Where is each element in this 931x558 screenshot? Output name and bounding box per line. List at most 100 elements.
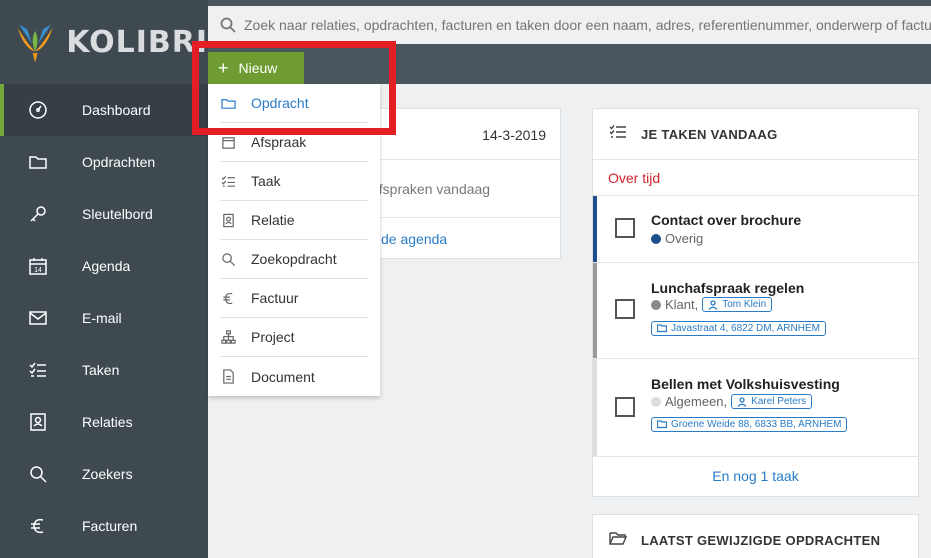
new-dropdown-menu: Opdracht Afspraak Taak Relatie Zoekopdra… bbox=[208, 84, 380, 396]
search-icon bbox=[220, 251, 236, 267]
checklist-icon bbox=[609, 123, 627, 146]
task-checkbox[interactable] bbox=[615, 397, 635, 417]
sidebar-item-label: Sleutelbord bbox=[82, 206, 153, 222]
sidebar-item-label: Agenda bbox=[82, 258, 131, 274]
recent-card-title: LAATST GEWIJZIGDE OPDRACHTEN bbox=[641, 532, 881, 548]
plus-icon: + bbox=[218, 58, 229, 78]
sidebar-item-sleutelbord[interactable]: Sleutelbord bbox=[0, 188, 208, 240]
tasks-card: JE TAKEN VANDAAG Over tijd Contact over … bbox=[592, 108, 919, 497]
task-item[interactable]: Contact over brochure Overig bbox=[593, 196, 918, 263]
sidebar-item-label: Relaties bbox=[82, 414, 133, 430]
menu-item-label: Zoekopdracht bbox=[251, 251, 337, 267]
sidebar-item-relaties[interactable]: Relaties bbox=[0, 396, 208, 448]
new-button-label: Nieuw bbox=[238, 60, 278, 76]
task-priority-bar bbox=[593, 263, 597, 358]
sidebar-item-label: Facturen bbox=[82, 518, 138, 534]
task-title: Bellen met Volkshuisvesting bbox=[651, 376, 840, 392]
menu-item-project[interactable]: Project bbox=[220, 318, 368, 357]
task-item[interactable]: Lunchafspraak regelen Klant, Tom Klein J… bbox=[593, 263, 918, 359]
agenda-date: 14-3-2019 bbox=[482, 127, 546, 143]
kolibri-logo-icon bbox=[17, 24, 53, 63]
folder-icon bbox=[27, 151, 49, 173]
sidebar: KOLIBRI Dashboard Opdrachten Sleutelbord… bbox=[0, 0, 208, 558]
sidebar-item-taken[interactable]: Taken bbox=[0, 344, 208, 396]
contact-icon bbox=[27, 411, 49, 433]
task-priority-bar bbox=[593, 196, 597, 262]
document-icon bbox=[220, 369, 236, 385]
address-text: Groene Weide 88, 6833 BB, ARNHEM bbox=[671, 418, 842, 430]
recent-assignments-card: LAATST GEWIJZIGDE OPDRACHTEN bbox=[592, 514, 919, 558]
overdue-label: Over tijd bbox=[593, 160, 918, 196]
logo[interactable]: KOLIBRI bbox=[0, 0, 208, 84]
sidebar-item-email[interactable]: E-mail bbox=[0, 292, 208, 344]
task-meta: Algemeen, Karel Peters bbox=[651, 394, 813, 409]
tasks-card-header: JE TAKEN VANDAAG bbox=[593, 109, 918, 160]
menu-item-factuur[interactable]: Factuur bbox=[220, 279, 368, 318]
person-tag[interactable]: Tom Klein bbox=[702, 297, 773, 312]
address-tag[interactable]: Javastraat 4, 6822 DM, ARNHEM bbox=[651, 320, 826, 336]
person-tag[interactable]: Karel Peters bbox=[731, 394, 813, 409]
org-chart-icon bbox=[220, 329, 236, 345]
menu-item-label: Document bbox=[251, 368, 315, 385]
task-checkbox[interactable] bbox=[615, 299, 635, 319]
sidebar-item-facturen[interactable]: Facturen bbox=[0, 500, 208, 552]
sidebar-item-dashboard[interactable]: Dashboard bbox=[0, 84, 208, 136]
menu-item-label: Opdracht bbox=[251, 95, 309, 111]
task-item[interactable]: Bellen met Volkshuisvesting Algemeen, Ka… bbox=[593, 359, 918, 457]
sidebar-item-label: E-mail bbox=[82, 310, 122, 326]
menu-item-opdracht[interactable]: Opdracht bbox=[220, 84, 368, 123]
task-category: Overig bbox=[665, 231, 704, 246]
category-dot bbox=[651, 233, 661, 244]
menu-item-zoekopdracht[interactable]: Zoekopdracht bbox=[220, 240, 368, 279]
address-tag[interactable]: Groene Weide 88, 6833 BB, ARNHEM bbox=[651, 416, 848, 432]
checklist-icon bbox=[220, 173, 236, 189]
open-agenda-link[interactable]: de agenda bbox=[381, 231, 447, 247]
menu-item-relatie[interactable]: Relatie bbox=[220, 201, 368, 240]
address-text: Javastraat 4, 6822 DM, ARNHEM bbox=[671, 322, 820, 334]
menu-item-afspraak[interactable]: Afspraak bbox=[220, 123, 368, 162]
main-nav: Dashboard Opdrachten Sleutelbord 14 Agen… bbox=[0, 84, 208, 552]
search-bar bbox=[208, 6, 931, 44]
more-tasks-link[interactable]: En nog 1 taak bbox=[593, 468, 918, 484]
app-name: KOLIBRI bbox=[66, 24, 208, 60]
agenda-empty-text: afspraken vandaag bbox=[371, 181, 491, 197]
category-dot bbox=[651, 299, 661, 310]
task-address-row: Javastraat 4, 6822 DM, ARNHEM bbox=[651, 320, 826, 338]
task-meta: Overig bbox=[651, 231, 703, 246]
folder-open-icon bbox=[609, 529, 628, 552]
sidebar-item-label: Dashboard bbox=[82, 102, 151, 118]
sidebar-item-zoekers[interactable]: Zoekers bbox=[0, 448, 208, 500]
sidebar-item-opdrachten[interactable]: Opdrachten bbox=[0, 136, 208, 188]
category-dot bbox=[651, 396, 661, 407]
task-category: Klant, bbox=[665, 297, 699, 312]
menu-item-label: Project bbox=[251, 329, 295, 345]
search-input[interactable] bbox=[244, 17, 931, 33]
new-button[interactable]: + Nieuw bbox=[208, 52, 304, 84]
sidebar-item-agenda[interactable]: 14 Agenda bbox=[0, 240, 208, 292]
menu-item-document[interactable]: Document bbox=[220, 357, 368, 396]
task-title: Contact over brochure bbox=[651, 212, 802, 228]
euro-icon bbox=[27, 515, 49, 537]
checklist-icon bbox=[27, 359, 49, 381]
tasks-card-title: JE TAKEN VANDAAG bbox=[641, 126, 778, 142]
search-icon bbox=[220, 17, 236, 33]
search-icon bbox=[27, 463, 49, 485]
euro-icon bbox=[220, 290, 236, 306]
person-name: Karel Peters bbox=[751, 396, 807, 407]
person-name: Tom Klein bbox=[722, 299, 767, 310]
folder-icon bbox=[657, 420, 667, 429]
menu-item-taak[interactable]: Taak bbox=[220, 162, 368, 201]
task-checkbox[interactable] bbox=[615, 218, 635, 238]
recent-card-header: LAATST GEWIJZIGDE OPDRACHTEN bbox=[593, 515, 918, 558]
menu-item-label: Factuur bbox=[251, 290, 299, 306]
folder-icon bbox=[220, 95, 236, 111]
task-category: Algemeen, bbox=[665, 394, 728, 409]
menu-item-label: Afspraak bbox=[251, 134, 307, 150]
folder-icon bbox=[657, 324, 667, 333]
calendar-icon: 14 bbox=[27, 255, 49, 277]
calendar-icon bbox=[220, 134, 236, 150]
task-priority-bar bbox=[593, 359, 597, 456]
sidebar-item-label: Taken bbox=[82, 362, 120, 378]
contact-icon bbox=[220, 212, 236, 228]
person-icon bbox=[737, 396, 747, 407]
